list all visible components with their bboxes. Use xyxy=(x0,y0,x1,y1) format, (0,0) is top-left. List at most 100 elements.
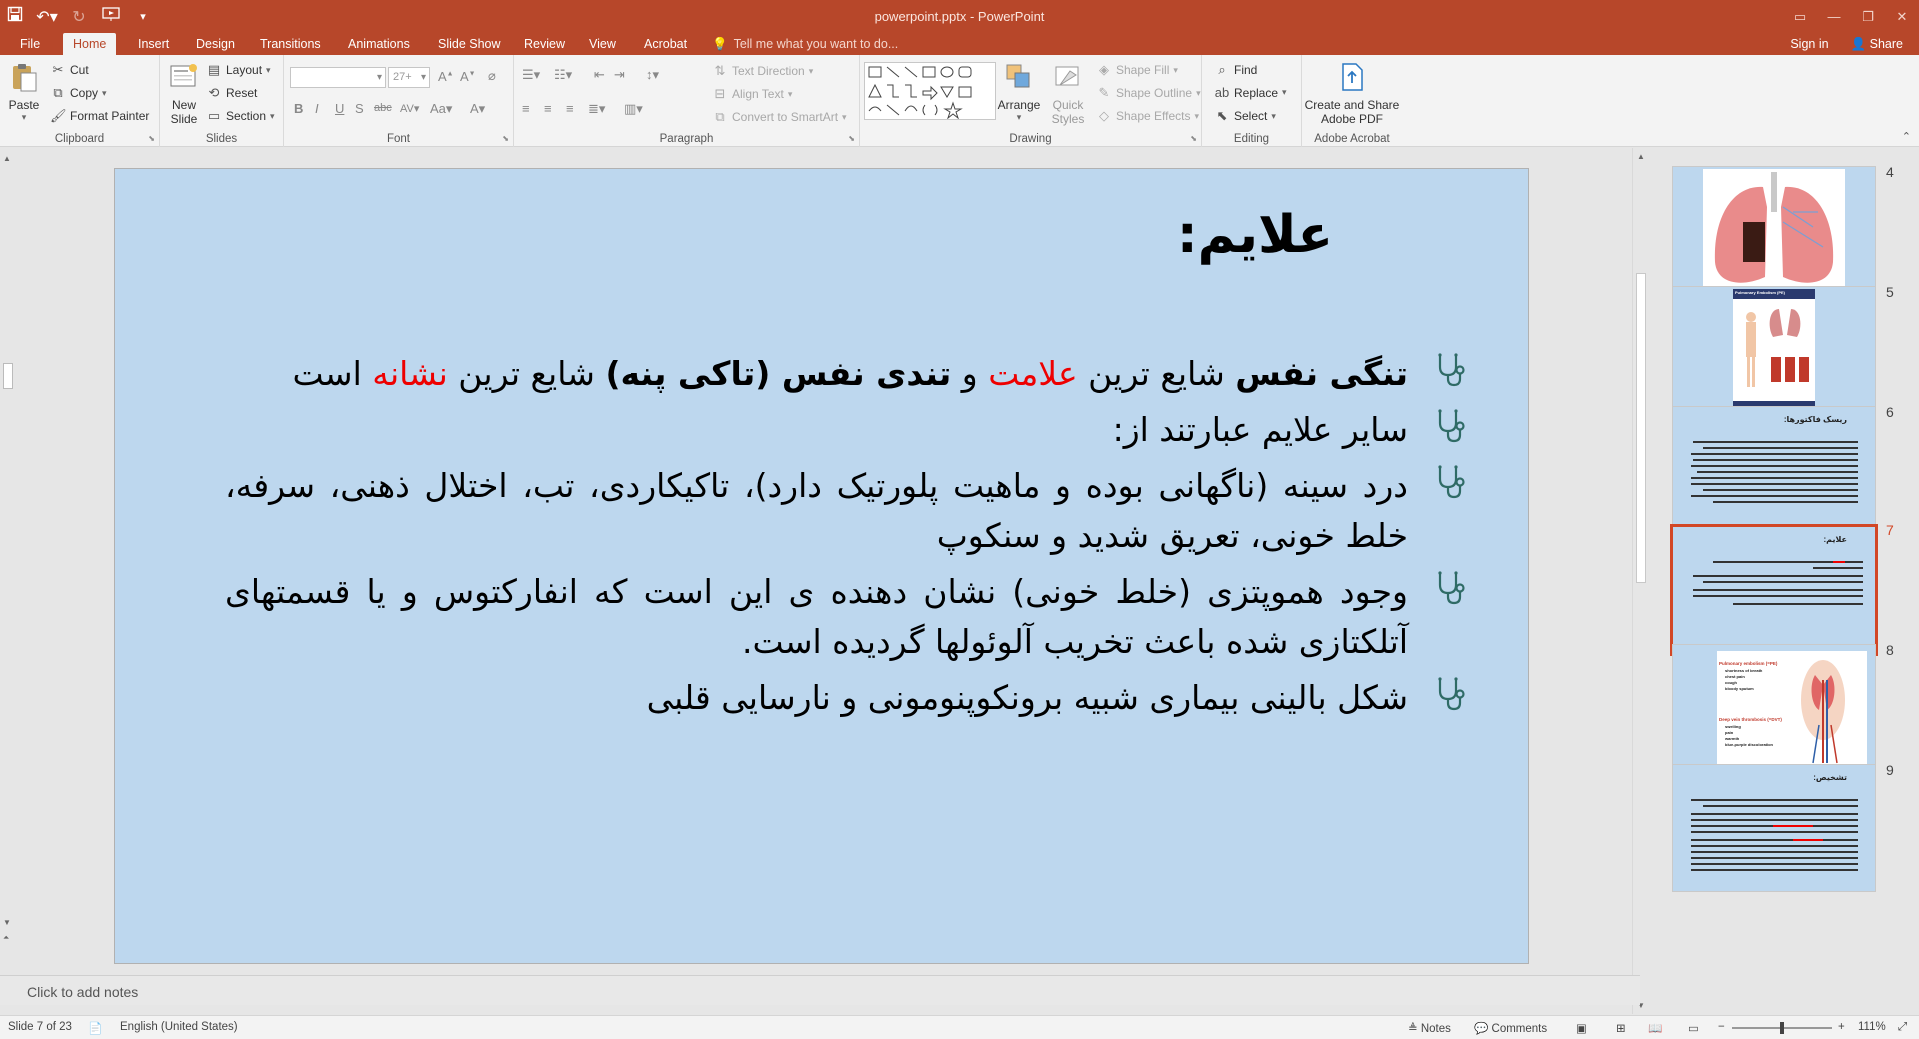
close-button[interactable]: ✕ xyxy=(1885,0,1919,33)
convert-smartart-button[interactable]: ⧉ Convert to SmartArt ▾ xyxy=(712,109,846,125)
align-center-icon[interactable]: ≡ xyxy=(544,101,552,116)
columns-icon[interactable]: ▥▾ xyxy=(624,101,643,117)
slide-show-icon[interactable]: ▭ xyxy=(1688,1021,1699,1035)
zoom-level[interactable]: 111% xyxy=(1858,1021,1886,1033)
decrease-indent-icon[interactable]: ⇤ xyxy=(594,67,605,83)
collapse-ribbon-icon[interactable]: ⌃ xyxy=(1902,130,1911,143)
notes-toggle[interactable]: ≜ Notes xyxy=(1408,1021,1451,1035)
slide-scrollbar[interactable]: ▲ ▼ xyxy=(1632,148,1649,1014)
thumbnail-slide-5[interactable]: Pulmonary Embolism (PE) xyxy=(1672,286,1876,414)
slide-canvas[interactable]: علایم: تنگی نفس شایع ترین علامت و تندی ن… xyxy=(114,168,1529,964)
reading-view-icon[interactable]: 📖 xyxy=(1648,1021,1662,1035)
italic-icon[interactable]: I xyxy=(315,101,319,116)
shadow-icon[interactable]: S xyxy=(355,101,364,116)
format-painter-button[interactable]: 🖌 Format Painter xyxy=(50,108,149,124)
fit-slide-icon[interactable]: ⤢ xyxy=(1898,1021,1907,1034)
shape-outline-button[interactable]: ✎ Shape Outline ▾ xyxy=(1096,85,1201,101)
bullet-item[interactable]: وجود هموپتزی (خلط خونی) نشان دهنده ی این… xyxy=(225,567,1465,667)
change-case-icon[interactable]: Aa▾ xyxy=(430,101,452,117)
grow-font-icon[interactable]: A▲ xyxy=(438,69,454,84)
section-button[interactable]: ▭ Section ▾ xyxy=(206,108,275,124)
tab-file[interactable]: File xyxy=(10,33,50,55)
paragraph-launcher-icon[interactable]: ⬊ xyxy=(848,134,855,143)
new-slide-button[interactable]: New Slide xyxy=(164,61,204,126)
thumbnail-slide-4[interactable] xyxy=(1672,166,1876,294)
slide-scroll-up-icon[interactable]: ▲ xyxy=(1637,152,1645,161)
shape-fill-button[interactable]: ◈ Shape Fill ▾ xyxy=(1096,62,1178,78)
spelling-check-icon[interactable]: 📄 xyxy=(88,1021,102,1035)
thumbnail-pane[interactable]: 4 5 Pulmonary Embolism (PE) 6 ریسک فاکتو… xyxy=(1650,148,1919,1014)
paste-button[interactable]: Paste ▾ xyxy=(6,61,42,123)
thumbnail-slide-6[interactable]: ریسک فاکتورها: xyxy=(1672,406,1876,534)
font-size-combo[interactable]: 27+ xyxy=(388,67,430,88)
font-launcher-icon[interactable]: ⬊ xyxy=(502,134,509,143)
tab-insert[interactable]: Insert xyxy=(128,33,179,55)
justify-icon[interactable]: ≣▾ xyxy=(588,101,605,117)
share-button[interactable]: 👤 Share xyxy=(1851,37,1903,52)
clipboard-launcher-icon[interactable]: ⬊ xyxy=(148,134,155,143)
clear-formatting-icon[interactable]: ⌀ xyxy=(488,68,496,84)
notes-pane[interactable]: Click to add notes xyxy=(0,975,1640,1005)
slide-sorter-icon[interactable]: ⊞ xyxy=(1616,1021,1626,1035)
underline-icon[interactable]: U xyxy=(335,101,344,116)
line-spacing-icon[interactable]: ↕▾ xyxy=(646,67,659,83)
character-spacing-icon[interactable]: AV▾ xyxy=(400,102,419,115)
tab-animations[interactable]: Animations xyxy=(338,33,420,55)
quick-styles-button[interactable]: Quick Styles xyxy=(1046,61,1090,126)
shapes-gallery[interactable] xyxy=(864,62,996,120)
select-button[interactable]: ⬉ Select ▾ xyxy=(1214,108,1276,124)
strikethrough-icon[interactable]: abc xyxy=(374,102,392,114)
numbering-icon[interactable]: ☷▾ xyxy=(554,67,572,83)
normal-view-icon[interactable]: ▣ xyxy=(1576,1021,1587,1035)
shrink-font-icon[interactable]: A▼ xyxy=(460,69,476,84)
bullet-item[interactable]: درد سینه (ناگهانی بوده و ماهیت پلورتیک د… xyxy=(225,461,1465,561)
bullets-icon[interactable]: ☰▾ xyxy=(522,67,540,83)
tab-transitions[interactable]: Transitions xyxy=(250,33,331,55)
tab-design[interactable]: Design xyxy=(186,33,245,55)
scroll-thumb[interactable] xyxy=(3,363,13,389)
increase-indent-icon[interactable]: ⇥ xyxy=(614,67,625,83)
sign-in-link[interactable]: Sign in xyxy=(1790,37,1828,51)
shape-effects-button[interactable]: ◇ Shape Effects ▾ xyxy=(1096,108,1199,124)
create-share-pdf-button[interactable]: Create and Share Adobe PDF xyxy=(1302,61,1402,126)
align-left-icon[interactable]: ≡ xyxy=(522,101,530,116)
align-text-button[interactable]: ⊟ Align Text ▾ xyxy=(712,86,793,102)
find-button[interactable]: ⌕ Find xyxy=(1214,62,1257,78)
ribbon-display-options-icon[interactable]: ▭ xyxy=(1783,0,1817,33)
layout-button[interactable]: ▤ Layout ▾ xyxy=(206,62,271,78)
scroll-up-icon[interactable]: ▲ xyxy=(3,154,11,163)
cut-button[interactable]: ✂ Cut xyxy=(50,62,89,78)
bullet-item[interactable]: تنگی نفس شایع ترین علامت و تندی نفس (تاک… xyxy=(225,349,1465,399)
tell-me-search[interactable]: 💡 Tell me what you want to do... xyxy=(712,33,898,55)
scroll-down-icon[interactable]: ▼ xyxy=(3,918,11,927)
zoom-slider-thumb[interactable] xyxy=(1780,1022,1784,1034)
reset-button[interactable]: ⟲ Reset xyxy=(206,85,258,101)
font-color-icon[interactable]: A▾ xyxy=(470,101,485,117)
slide-body[interactable]: تنگی نفس شایع ترین علامت و تندی نفس (تاک… xyxy=(225,349,1465,729)
thumbnail-slide-8[interactable]: Pulmonary embolism (=PE) shortness of br… xyxy=(1672,644,1876,772)
tab-view[interactable]: View xyxy=(579,33,626,55)
language-indicator[interactable]: English (United States) xyxy=(120,1021,238,1033)
left-scrollbar[interactable]: ▲ ▼ ⏶ xyxy=(0,148,16,942)
align-right-icon[interactable]: ≡ xyxy=(566,101,574,116)
zoom-slider[interactable] xyxy=(1732,1022,1832,1034)
zoom-in-icon[interactable]: + xyxy=(1838,1021,1845,1033)
minimize-button[interactable]: — xyxy=(1817,0,1851,33)
tab-slide-show[interactable]: Slide Show xyxy=(428,33,511,55)
bold-icon[interactable]: B xyxy=(294,101,303,116)
thumbnail-slide-7[interactable]: علایم: xyxy=(1670,524,1878,656)
drawing-launcher-icon[interactable]: ⬊ xyxy=(1190,134,1197,143)
zoom-out-icon[interactable]: − xyxy=(1718,1021,1725,1033)
previous-slide-icon[interactable]: ⏶ xyxy=(3,933,9,943)
bullet-item[interactable]: سایر علایم عبارتند از: xyxy=(225,405,1465,455)
thumbnail-slide-9[interactable]: تشخیص: xyxy=(1672,764,1876,892)
restore-button[interactable]: ❐ xyxy=(1851,0,1885,33)
text-direction-button[interactable]: ⇅ Text Direction ▾ xyxy=(712,63,814,79)
tab-review[interactable]: Review xyxy=(514,33,575,55)
arrange-button[interactable]: Arrange ▾ xyxy=(994,61,1044,123)
comments-toggle[interactable]: 💬 Comments xyxy=(1474,1021,1547,1035)
slide-scroll-thumb[interactable] xyxy=(1636,273,1646,583)
tab-home[interactable]: Home xyxy=(63,33,117,55)
font-name-combo[interactable] xyxy=(290,67,386,88)
bullet-item[interactable]: شکل بالینی بیماری شبیه برونکوپنومونی و ن… xyxy=(225,673,1465,723)
